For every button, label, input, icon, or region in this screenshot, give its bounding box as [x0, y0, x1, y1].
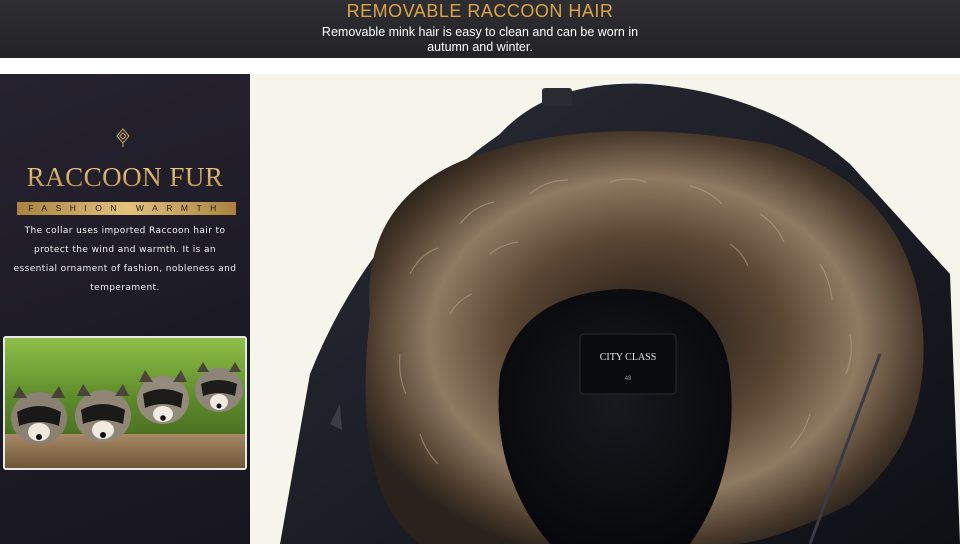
spacer	[0, 58, 960, 74]
raccoon-figure	[137, 370, 189, 424]
bottom-margin	[0, 544, 960, 559]
raccoon-illustration	[5, 338, 245, 468]
header-subtitle: Removable mink hair is easy to clean and…	[321, 25, 639, 54]
raccoon-figure	[11, 386, 67, 444]
hood-toggle	[542, 88, 572, 106]
raccoon-figure	[195, 362, 243, 412]
hood-inner	[498, 289, 732, 544]
raccoon-figure	[75, 384, 131, 442]
svg-text:48: 48	[625, 376, 632, 382]
feature-description: The collar uses imported Raccoon hair to…	[13, 226, 237, 293]
diamond-ornament-icon	[116, 128, 130, 147]
fur-hood-illustration: CITY CLASS 48	[250, 74, 960, 544]
feature-tagline: FASHION WARMTH	[17, 202, 236, 215]
header-banner: REMOVABLE RACCOON HAIR Removable mink ha…	[0, 0, 960, 58]
brand-label: CITY CLASS 48	[579, 333, 677, 395]
svg-text:CITY CLASS: CITY CLASS	[600, 352, 657, 363]
fur-hood-photo: CITY CLASS 48	[250, 74, 960, 544]
feature-panel: RACCOON FUR FASHION WARMTH The collar us…	[0, 74, 250, 544]
raccoon-photo	[3, 336, 247, 470]
header-title: REMOVABLE RACCOON HAIR	[346, 1, 614, 21]
feature-title: RACCOON FUR	[0, 162, 250, 193]
